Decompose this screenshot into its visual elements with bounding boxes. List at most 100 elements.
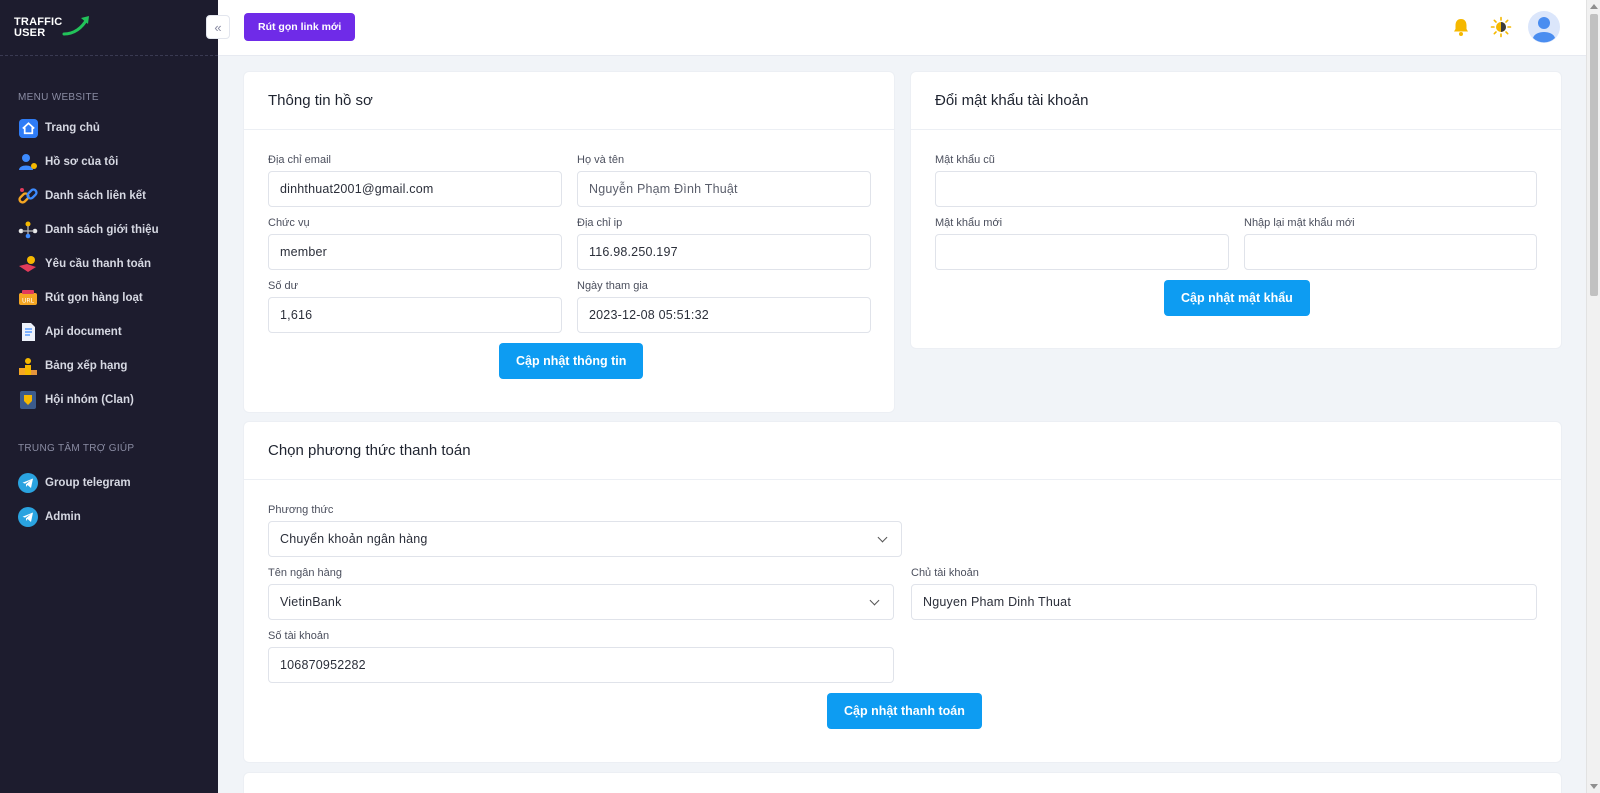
home-icon <box>18 118 38 138</box>
new-password-field[interactable] <box>935 234 1229 270</box>
help-section-title: TRUNG TÂM TRỢ GIÚP <box>18 443 135 454</box>
change-password-card: Đổi mật khẩu tài khoản Mật khẩu cũ Mật k… <box>911 72 1561 348</box>
role-field-group: Chức vụ member <box>268 217 562 270</box>
password-card-title: Đổi mật khẩu tài khoản <box>935 92 1089 109</box>
join-date-field[interactable]: 2023-12-08 05:51:32 <box>577 297 871 333</box>
referral-network-icon <box>18 220 38 240</box>
theme-toggle-icon[interactable] <box>1488 14 1514 40</box>
double-chevron-left-icon: « <box>214 19 222 35</box>
ranking-podium-icon <box>18 356 38 376</box>
account-number-field[interactable]: 106870952282 <box>268 647 894 683</box>
payment-method-select[interactable]: Chuyển khoản ngân hàng <box>268 521 902 557</box>
sidebar-item-label: Api document <box>45 326 122 338</box>
svg-text:URL: URL <box>22 298 35 305</box>
document-icon <box>18 322 38 342</box>
role-label: Chức vụ <box>268 217 310 229</box>
new-password-field-group: Mật khẩu mới <box>935 217 1229 270</box>
sidebar-item-label: Trang chủ <box>45 122 100 134</box>
brand-line-1: TRAFFIC <box>14 15 63 28</box>
bank-name-select[interactable]: VietinBank <box>268 584 894 620</box>
new-short-link-button[interactable]: Rút gọn link mới <box>244 13 356 41</box>
profile-card: Thông tin hồ sơ Địa chỉ email dinhthuat2… <box>244 72 894 412</box>
sidebar-item-payment-request[interactable]: Yêu cầu thanh toán <box>0 247 218 281</box>
update-payment-button[interactable]: Cập nhật thanh toán <box>827 693 982 729</box>
payment-hand-icon <box>18 254 38 274</box>
clan-shield-icon <box>18 390 38 410</box>
old-password-label: Mật khẩu cũ <box>935 154 995 166</box>
brand-logo[interactable]: TRAFFIC USER <box>0 0 218 56</box>
old-password-field[interactable] <box>935 171 1537 207</box>
sidebar: TRAFFIC USER MENU WEBSITE Trang chủ Hồ s… <box>0 0 218 793</box>
join-date-label: Ngày tham gia <box>577 280 648 292</box>
account-owner-field[interactable]: Nguyen Pham Dinh Thuat <box>911 584 1537 620</box>
brand-line-2: USER <box>14 26 46 39</box>
sidebar-item-clan[interactable]: Hội nhóm (Clan) <box>0 383 218 417</box>
sidebar-item-referrals[interactable]: Danh sách giới thiệu <box>0 213 218 247</box>
sidebar-item-bulk-shorten[interactable]: URL Rút gọn hàng loạt <box>0 281 218 315</box>
ip-field-group: Địa chỉ ip 116.98.250.197 <box>577 217 871 270</box>
balance-field-group: Số dư 1,616 <box>268 280 562 333</box>
payment-method-label: Phương thức <box>268 504 334 516</box>
sidebar-item-ranking[interactable]: Bảng xếp hạng <box>0 349 218 383</box>
confirm-password-field[interactable] <box>1244 234 1537 270</box>
scroll-down-icon[interactable] <box>1590 784 1598 789</box>
bank-name-value: VietinBank <box>280 595 342 609</box>
bank-name-field-group: Tên ngân hàng VietinBank <box>268 567 894 620</box>
payment-method-field-group: Phương thức Chuyển khoản ngân hàng <box>268 504 902 557</box>
chevron-down-icon <box>877 532 888 542</box>
sidebar-item-api-document[interactable]: Api document <box>0 315 218 349</box>
update-profile-button[interactable]: Cập nhật thông tin <box>499 343 644 379</box>
payment-method-value: Chuyển khoản ngân hàng <box>280 532 428 546</box>
user-profile-icon <box>18 152 38 172</box>
role-field[interactable]: member <box>268 234 562 270</box>
menu-section-title: MENU WEBSITE <box>18 92 99 103</box>
confirm-password-label: Nhập lại mật khẩu mới <box>1244 217 1355 229</box>
link-chain-icon <box>18 186 38 206</box>
bank-name-label: Tên ngân hàng <box>268 567 343 579</box>
sidebar-collapse-button[interactable]: « <box>206 15 230 39</box>
sidebar-item-profile[interactable]: Hồ sơ của tôi <box>0 145 218 179</box>
sidebar-item-group-telegram[interactable]: Group telegram <box>0 466 218 500</box>
sidebar-item-label: Group telegram <box>45 477 131 489</box>
old-password-field-group: Mật khẩu cũ <box>935 154 1537 207</box>
sidebar-item-links[interactable]: Danh sách liên kết <box>0 179 218 213</box>
account-owner-label: Chủ tài khoản <box>911 567 979 579</box>
new-password-label: Mật khẩu mới <box>935 217 1003 229</box>
fullname-label: Họ và tên <box>577 154 625 166</box>
avatar-icon[interactable] <box>1528 11 1560 43</box>
profile-card-title: Thông tin hồ sơ <box>268 92 373 109</box>
next-card <box>244 773 1561 793</box>
fullname-field[interactable]: Nguyễn Phạm Đình Thuật <box>577 171 871 207</box>
sidebar-item-label: Danh sách giới thiệu <box>45 224 159 236</box>
payment-card-title: Chọn phương thức thanh toán <box>268 442 471 459</box>
sidebar-item-label: Hồ sơ của tôi <box>45 156 119 168</box>
sidebar-item-label: Hội nhóm (Clan) <box>45 394 134 406</box>
page-scrollbar[interactable] <box>1586 0 1600 793</box>
account-number-label: Số tài khoản <box>268 630 330 642</box>
sidebar-item-home[interactable]: Trang chủ <box>0 111 218 145</box>
sidebar-item-admin[interactable]: Admin <box>0 500 218 534</box>
top-header: Rút gọn link mới <box>218 0 1586 56</box>
ip-field[interactable]: 116.98.250.197 <box>577 234 871 270</box>
email-field-group: Địa chỉ email dinhthuat2001@gmail.com <box>268 154 562 207</box>
sidebar-item-label: Danh sách liên kết <box>45 190 146 202</box>
telegram-icon <box>18 507 38 527</box>
update-password-button[interactable]: Cập nhật mật khẩu <box>1164 280 1310 316</box>
scroll-up-icon[interactable] <box>1590 4 1598 9</box>
account-number-field-group: Số tài khoản 106870952282 <box>268 630 894 683</box>
confirm-password-field-group: Nhập lại mật khẩu mới <box>1244 217 1537 270</box>
fullname-field-group: Họ và tên Nguyễn Phạm Đình Thuật <box>577 154 871 207</box>
balance-label: Số dư <box>268 280 298 292</box>
balance-field[interactable]: 1,616 <box>268 297 562 333</box>
account-owner-field-group: Chủ tài khoản Nguyen Pham Dinh Thuat <box>911 567 1537 620</box>
email-field[interactable]: dinhthuat2001@gmail.com <box>268 171 562 207</box>
trend-arrow-icon <box>62 15 89 35</box>
chevron-down-icon <box>869 595 880 605</box>
sidebar-item-label: Rút gọn hàng loạt <box>45 292 143 304</box>
sidebar-item-label: Admin <box>45 511 81 523</box>
bell-icon[interactable] <box>1448 14 1474 40</box>
join-date-field-group: Ngày tham gia 2023-12-08 05:51:32 <box>577 280 871 333</box>
telegram-icon <box>18 473 38 493</box>
scroll-thumb[interactable] <box>1590 14 1598 296</box>
sidebar-item-label: Bảng xếp hạng <box>45 360 128 372</box>
